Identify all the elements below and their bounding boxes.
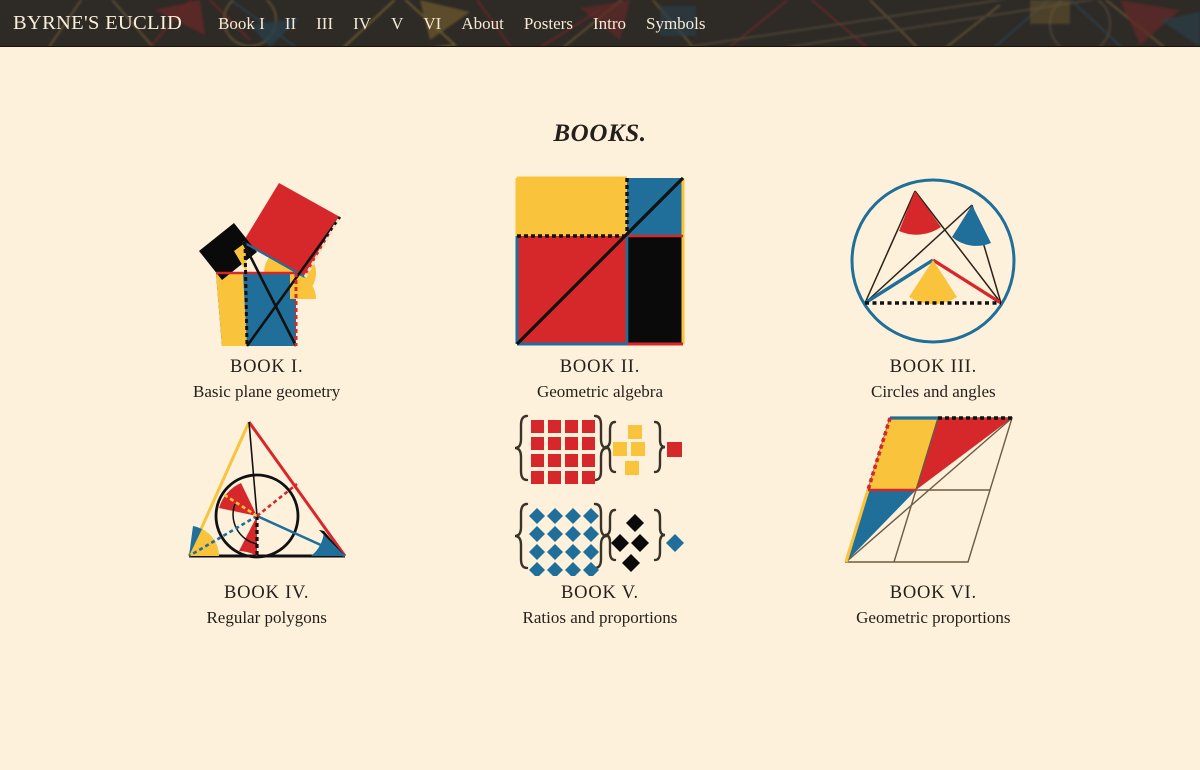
book-title: BOOK III. <box>889 357 977 377</box>
book-title: BOOK VI. <box>889 583 977 603</box>
book-card-4[interactable]: BOOK IV. Regular polygons <box>100 402 433 633</box>
pythagorean-theorem-figure <box>167 171 367 351</box>
incircle-triangle-figure <box>167 402 367 577</box>
nav-symbols[interactable]: Symbols <box>636 14 716 34</box>
nav-book-3[interactable]: III <box>306 14 343 34</box>
nav-book-2[interactable]: II <box>275 14 306 34</box>
ratio-magnitudes-figure <box>500 402 700 577</box>
book-title: BOOK I. <box>229 357 304 377</box>
nav-book-1[interactable]: Book I <box>208 14 275 34</box>
book-subtitle: Basic plane geometry <box>193 382 341 401</box>
book-subtitle: Geometric proportions <box>856 608 1011 627</box>
book-title: BOOK II. <box>559 357 641 377</box>
book-card-5[interactable]: BOOK V. Ratios and proportions <box>433 402 766 633</box>
nav-about[interactable]: About <box>451 14 514 34</box>
site-brand[interactable]: BYRNE'S EUCLID <box>13 12 182 35</box>
inscribed-angles-circle-figure <box>833 171 1033 351</box>
book-card-3[interactable]: BOOK III. Circles and angles <box>767 171 1100 402</box>
page-title: BOOKS. <box>553 120 647 147</box>
nav-posters[interactable]: Posters <box>514 14 583 34</box>
nav-book-5[interactable]: V <box>381 14 413 34</box>
book-subtitle: Circles and angles <box>871 382 996 401</box>
book-card-2[interactable]: BOOK II. Geometric algebra <box>433 171 766 402</box>
nav-book-4[interactable]: IV <box>343 14 381 34</box>
nav-book-6[interactable]: VI <box>413 14 451 34</box>
book-subtitle: Geometric algebra <box>536 382 663 401</box>
nav-link-list: Book I II III IV V VI About Posters Intr… <box>208 14 715 34</box>
book-title: BOOK V. <box>561 583 639 603</box>
nav-intro[interactable]: Intro <box>583 14 636 34</box>
divided-square-figure <box>500 171 700 351</box>
books-grid: BOOK I. Basic plane geometry BOOK II. Ge… <box>100 171 1100 633</box>
parallelogram-proportions-figure <box>833 402 1033 577</box>
top-navigation-bar: BYRNE'S EUCLID Book I II III IV V VI Abo… <box>0 0 1200 47</box>
book-subtitle: Ratios and proportions <box>522 608 678 627</box>
book-card-1[interactable]: BOOK I. Basic plane geometry <box>100 171 433 402</box>
book-card-6[interactable]: BOOK VI. Geometric proportions <box>767 402 1100 633</box>
book-title: BOOK IV. <box>224 583 310 603</box>
book-subtitle: Regular polygons <box>206 608 327 627</box>
